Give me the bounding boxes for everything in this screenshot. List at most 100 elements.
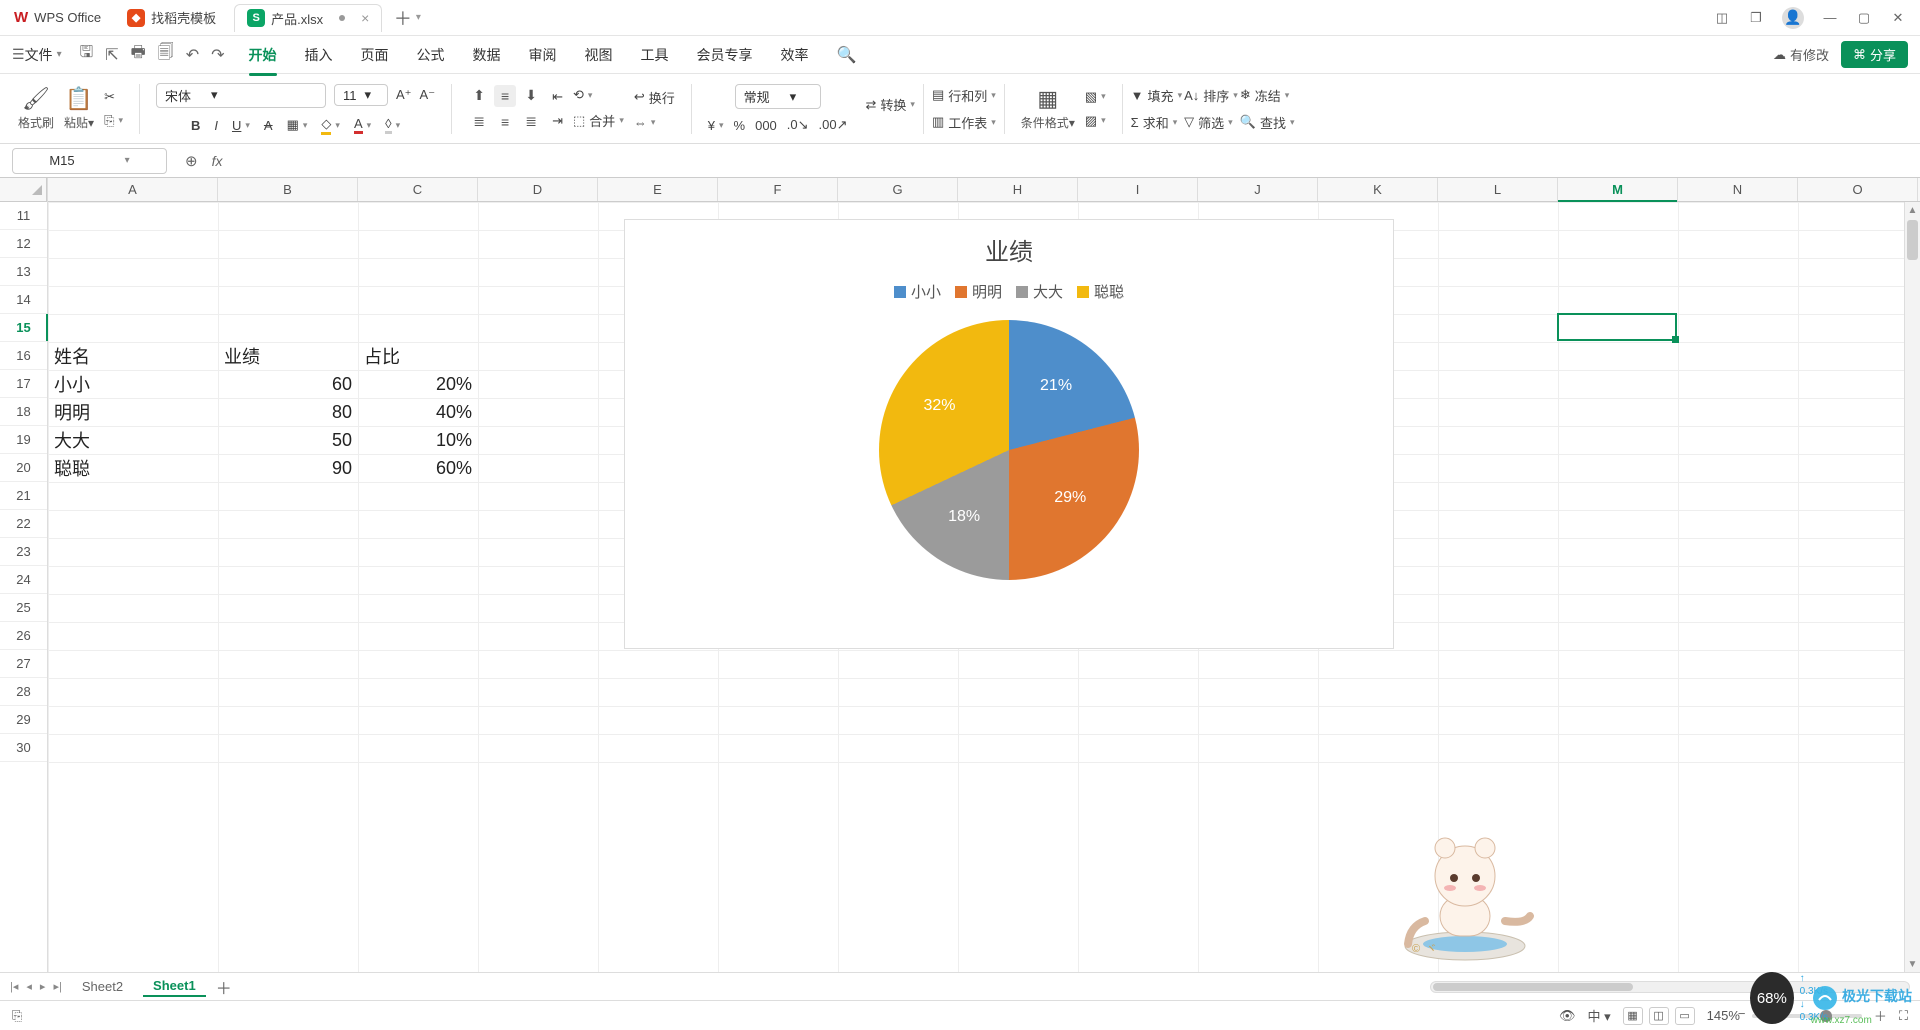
row-header-11[interactable]: 11	[0, 202, 47, 230]
sheet-tab-1[interactable]: Sheet1	[143, 976, 206, 997]
row-header-15[interactable]: 15	[0, 314, 47, 342]
cell-A18[interactable]: 明明	[48, 398, 218, 426]
align-middle-icon[interactable]: ≡	[494, 85, 516, 107]
fill-button[interactable]: ▼填充▾	[1131, 86, 1182, 105]
tab-add-button[interactable]: ＋▾	[396, 7, 418, 29]
cell-A17[interactable]: 小小	[48, 370, 218, 398]
row-header-16[interactable]: 16	[0, 342, 47, 370]
pie-chart[interactable]: 业绩 小小明明大大聪聪 21%29%18%32%	[624, 219, 1394, 649]
sheet-next-icon[interactable]: ▸	[40, 980, 46, 993]
row-header-26[interactable]: 26	[0, 622, 47, 650]
name-box[interactable]: M15 ▾	[12, 148, 167, 174]
view-break-icon[interactable]: ▭	[1675, 1007, 1695, 1025]
cell-B16[interactable]: 业绩	[218, 342, 358, 370]
cell-B20[interactable]: 90	[218, 454, 358, 482]
status-tools-icon[interactable]: ⎘	[12, 1008, 22, 1024]
increase-font-button[interactable]: A⁺	[396, 87, 412, 103]
cell-C20[interactable]: 60%	[358, 454, 478, 482]
row-header-23[interactable]: 23	[0, 538, 47, 566]
zoom-value[interactable]: 145%	[1707, 1008, 1740, 1023]
vertical-scrollbar[interactable]: ▲ ▼	[1904, 202, 1920, 972]
user-avatar[interactable]: 👤	[1782, 7, 1804, 29]
row-header-24[interactable]: 24	[0, 566, 47, 594]
cell-C18[interactable]: 40%	[358, 398, 478, 426]
print-icon[interactable]: 🖶	[131, 41, 146, 68]
freeze-button[interactable]: ❄冻结▾	[1240, 86, 1295, 105]
row-header-27[interactable]: 27	[0, 650, 47, 678]
underline-button[interactable]: U▾	[232, 118, 250, 133]
font-size-select[interactable]: 11▾	[334, 84, 388, 106]
row-header-25[interactable]: 25	[0, 594, 47, 622]
ribbon-tab-page[interactable]: 页面	[361, 45, 389, 65]
window-minimize-icon[interactable]: —	[1822, 10, 1838, 26]
sheet-last-icon[interactable]: ▸|	[53, 980, 61, 993]
font-color-button[interactable]: A▾	[354, 116, 371, 134]
ribbon-tab-efficiency[interactable]: 效率	[781, 45, 809, 65]
hamburger-icon[interactable]: ☰	[12, 46, 25, 63]
ribbon-tab-start[interactable]: 开始	[249, 45, 277, 65]
hscroll-thumb[interactable]	[1433, 983, 1633, 991]
sheet-first-icon[interactable]: |◂	[10, 980, 18, 993]
cell-C19[interactable]: 10%	[358, 426, 478, 454]
wrap-button[interactable]: ↩换行	[634, 88, 675, 107]
percent-button[interactable]: %	[734, 117, 746, 133]
align-top-icon[interactable]: ⬆	[468, 85, 490, 107]
row-header-20[interactable]: 20	[0, 454, 47, 482]
search-icon[interactable]: 🔍	[837, 45, 857, 65]
panel-icon[interactable]: ◫	[1714, 10, 1730, 26]
cell-A19[interactable]: 大大	[48, 426, 218, 454]
scroll-up-icon[interactable]: ▲	[1905, 202, 1920, 218]
cond-format-button[interactable]: ▦条件格式▾	[1021, 86, 1075, 131]
cut-button[interactable]: ✂	[104, 89, 123, 105]
paste-button[interactable]: 📋粘贴▾	[64, 86, 94, 131]
strikethrough-button[interactable]: A	[264, 118, 273, 133]
cell-C17[interactable]: 20%	[358, 370, 478, 398]
row-header-19[interactable]: 19	[0, 426, 47, 454]
redo-icon[interactable]: ↷	[211, 45, 224, 65]
cell-B17[interactable]: 60	[218, 370, 358, 398]
row-header-29[interactable]: 29	[0, 706, 47, 734]
row-header-28[interactable]: 28	[0, 678, 47, 706]
merge-button[interactable]: ⬚合并▾	[573, 111, 624, 130]
grid-body[interactable]: ABCDEFGHIJKLMNO 姓名业绩占比小小6020%明明8040%大大50…	[48, 178, 1920, 972]
convert-button[interactable]: ⇄转换▾	[866, 95, 915, 114]
row-header-14[interactable]: 14	[0, 286, 47, 314]
scroll-thumb[interactable]	[1907, 220, 1918, 260]
decrease-decimal-button[interactable]: .0↘	[787, 117, 809, 133]
file-menu[interactable]: 文件 ▾	[25, 45, 62, 65]
legend-item[interactable]: 明明	[955, 281, 1002, 302]
ribbon-tab-tools[interactable]: 工具	[641, 45, 669, 65]
cell-B19[interactable]: 50	[218, 426, 358, 454]
row-header-13[interactable]: 13	[0, 258, 47, 286]
align-bottom-icon[interactable]: ⬇	[520, 85, 542, 107]
worksheet-button[interactable]: ▥工作表▾	[932, 113, 996, 132]
tab-close-icon[interactable]: ×	[361, 10, 369, 26]
window-maximize-icon[interactable]: ▢	[1856, 10, 1872, 26]
window-close-icon[interactable]: ✕	[1890, 10, 1906, 26]
ribbon-tab-formula[interactable]: 公式	[417, 45, 445, 65]
ribbon-tab-member[interactable]: 会员专享	[697, 45, 753, 65]
row-header-17[interactable]: 17	[0, 370, 47, 398]
ime-button[interactable]: 中 ▾	[1587, 1006, 1610, 1025]
cube-icon[interactable]: ❐	[1748, 10, 1764, 26]
format-painter-button[interactable]: 🖌格式刷	[18, 86, 54, 131]
legend-item[interactable]: 小小	[894, 281, 941, 302]
legend-item[interactable]: 聪聪	[1077, 281, 1124, 302]
fit-width-button[interactable]: ⇔▾	[634, 115, 675, 130]
highlight-button[interactable]: ◊▾	[385, 116, 400, 134]
font-name-select[interactable]: 宋体▾	[156, 83, 326, 108]
print-preview-icon[interactable]: 🗐	[158, 41, 174, 68]
cell-A20[interactable]: 聪聪	[48, 454, 218, 482]
undo-icon[interactable]: ↶	[186, 45, 199, 65]
table-style-button[interactable]: ▨▾	[1085, 113, 1106, 129]
styles-button[interactable]: ▧▾	[1085, 89, 1106, 105]
rows-cols-button[interactable]: ▤行和列▾	[932, 86, 996, 105]
italic-button[interactable]: I	[214, 118, 218, 133]
currency-button[interactable]: ¥▾	[708, 117, 724, 133]
increase-indent-button[interactable]: ⇥	[552, 113, 563, 129]
tab-templates[interactable]: ◆ 找稻壳模板	[115, 4, 228, 32]
copy-button[interactable]: ⎘▾	[104, 113, 123, 129]
decrease-font-button[interactable]: A⁻	[420, 87, 436, 103]
orientation-button[interactable]: ⟲▾	[573, 87, 624, 103]
fill-color-button[interactable]: ◇▾	[321, 116, 340, 135]
